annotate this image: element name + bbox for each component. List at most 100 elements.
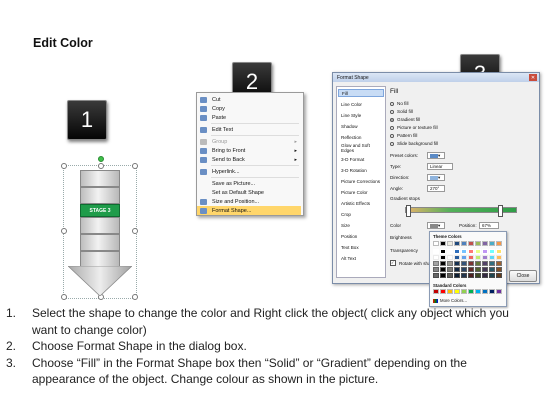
color-swatch[interactable] (461, 241, 467, 246)
color-swatch[interactable] (482, 267, 488, 272)
category-3d-rotation[interactable]: 3-D Rotation (338, 166, 384, 174)
preset-colors-dropdown[interactable]: ▾ (427, 152, 445, 159)
color-swatch[interactable] (496, 241, 502, 246)
selected-shape[interactable]: STAGE 3 (61, 156, 138, 300)
category-reflection[interactable]: Reflection (338, 133, 384, 141)
menu-item-set-default-shape[interactable]: Set as Default Shape (197, 188, 301, 197)
category-line-color[interactable]: Line Color (338, 100, 384, 108)
color-swatch[interactable] (461, 261, 467, 266)
standard-color-swatch[interactable] (482, 289, 488, 294)
standard-color-swatch[interactable] (475, 289, 481, 294)
color-swatch[interactable] (454, 267, 460, 272)
gradient-stop-handle[interactable] (406, 205, 411, 217)
color-swatch[interactable] (433, 255, 439, 260)
radio-pattern-fill[interactable]: Pattern fill (390, 133, 417, 138)
color-swatch[interactable] (489, 261, 495, 266)
color-swatch[interactable] (461, 255, 467, 260)
color-swatch[interactable] (447, 273, 453, 278)
type-dropdown[interactable]: Linear (427, 163, 453, 170)
color-swatch[interactable] (461, 249, 467, 254)
radio-solid-fill[interactable]: Solid fill (390, 109, 413, 114)
resize-handle-r[interactable] (132, 228, 138, 234)
category-fill[interactable]: Fill (338, 89, 384, 97)
color-swatch[interactable] (482, 273, 488, 278)
close-button[interactable]: Close (509, 270, 537, 282)
resize-handle-br[interactable] (132, 294, 138, 300)
category-picture-corrections[interactable]: Picture Corrections (338, 177, 384, 185)
standard-color-swatch[interactable] (496, 289, 502, 294)
color-swatch[interactable] (468, 255, 474, 260)
menu-item-save-as-picture[interactable]: Save as Picture... (197, 179, 301, 188)
color-swatch[interactable] (461, 267, 467, 272)
color-swatch[interactable] (489, 241, 495, 246)
category-text-box[interactable]: Text Box (338, 243, 384, 251)
color-swatch[interactable] (454, 255, 460, 260)
color-swatch[interactable] (440, 241, 446, 246)
category-3d-format[interactable]: 3-D Format (338, 155, 384, 163)
color-dropdown[interactable]: ▾ (427, 222, 445, 229)
category-picture-color[interactable]: Picture Color (338, 188, 384, 196)
color-swatch[interactable] (454, 261, 460, 266)
color-swatch[interactable] (447, 267, 453, 272)
color-swatch[interactable] (475, 267, 481, 272)
menu-item-bring-to-front[interactable]: Bring to Front ▸ (197, 146, 301, 155)
standard-color-swatch[interactable] (461, 289, 467, 294)
category-size[interactable]: Size (338, 221, 384, 229)
color-swatch[interactable] (496, 267, 502, 272)
color-swatch[interactable] (447, 261, 453, 266)
color-swatch[interactable] (482, 249, 488, 254)
color-swatch[interactable] (461, 273, 467, 278)
color-swatch[interactable] (489, 267, 495, 272)
standard-color-swatch[interactable] (489, 289, 495, 294)
color-swatch[interactable] (447, 255, 453, 260)
color-swatch[interactable] (496, 255, 502, 260)
resize-handle-tr[interactable] (132, 163, 138, 169)
color-swatch[interactable] (454, 241, 460, 246)
color-swatch[interactable] (447, 241, 453, 246)
gradient-stop-handle[interactable] (498, 205, 503, 217)
direction-dropdown[interactable]: ▾ (427, 174, 445, 181)
resize-handle-l[interactable] (61, 228, 67, 234)
menu-item-format-shape[interactable]: Format Shape... (197, 206, 301, 215)
standard-color-swatch[interactable] (454, 289, 460, 294)
color-swatch[interactable] (433, 249, 439, 254)
category-artistic-effects[interactable]: Artistic Effects (338, 199, 384, 207)
position-input[interactable]: 67% (479, 222, 499, 229)
standard-color-swatch[interactable] (468, 289, 474, 294)
category-position[interactable]: Position (338, 232, 384, 240)
category-glow[interactable]: Glow and Soft Edges (338, 143, 384, 153)
color-swatch[interactable] (433, 267, 439, 272)
color-swatch[interactable] (440, 267, 446, 272)
rotate-handle[interactable] (98, 156, 104, 162)
color-swatch[interactable] (433, 273, 439, 278)
category-alt-text[interactable]: Alt Text (338, 254, 384, 262)
color-swatch[interactable] (496, 273, 502, 278)
color-swatch[interactable] (468, 267, 474, 272)
color-swatch[interactable] (475, 255, 481, 260)
color-swatch[interactable] (475, 273, 481, 278)
menu-item-group[interactable]: Group ▸ (197, 137, 301, 146)
color-swatch[interactable] (482, 241, 488, 246)
color-swatch[interactable] (489, 249, 495, 254)
resize-handle-tl[interactable] (61, 163, 67, 169)
menu-item-paste[interactable]: Paste (197, 113, 301, 122)
color-swatch[interactable] (440, 261, 446, 266)
radio-picture-fill[interactable]: Picture or texture fill (390, 125, 438, 130)
standard-color-swatch[interactable] (433, 289, 439, 294)
color-swatch[interactable] (496, 249, 502, 254)
color-swatch[interactable] (475, 261, 481, 266)
menu-item-size-position[interactable]: Size and Position... (197, 197, 301, 206)
color-swatch[interactable] (489, 273, 495, 278)
color-swatch[interactable] (454, 249, 460, 254)
color-swatch[interactable] (454, 273, 460, 278)
category-crop[interactable]: Crop (338, 210, 384, 218)
menu-item-edit-text[interactable]: Edit Text (197, 125, 301, 134)
color-swatch[interactable] (475, 249, 481, 254)
menu-item-copy[interactable]: Copy (197, 104, 301, 113)
angle-input[interactable]: 270° (427, 185, 445, 192)
resize-handle-t[interactable] (98, 163, 104, 169)
more-colors-link[interactable]: More Colors... (433, 298, 467, 303)
category-line-style[interactable]: Line Style (338, 111, 384, 119)
color-swatch[interactable] (468, 241, 474, 246)
color-swatch[interactable] (468, 273, 474, 278)
